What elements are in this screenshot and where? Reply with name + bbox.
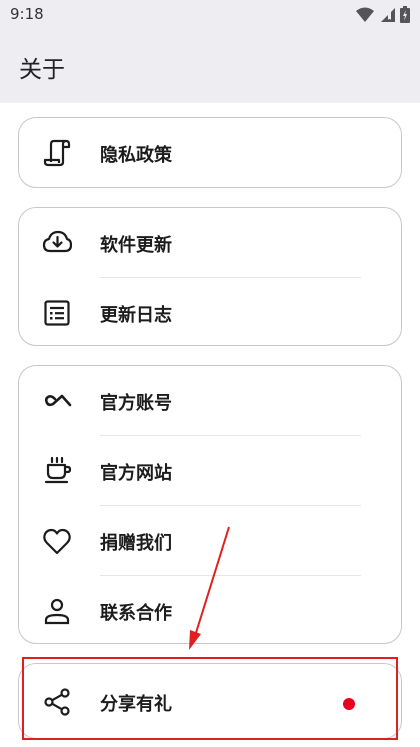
- menu-item-label: 官方网站: [100, 463, 172, 484]
- app-bar: 关于: [0, 30, 420, 103]
- menu-item-privacy-policy[interactable]: 隐私政策: [19, 118, 401, 188]
- wifi-icon: [356, 7, 374, 22]
- person-icon: [42, 596, 72, 626]
- status-bar: 9:18: [0, 0, 420, 30]
- menu-item-label: 更新日志: [100, 305, 172, 326]
- card-updates: 软件更新 更新日志: [18, 207, 402, 346]
- cloud-download-icon: [42, 228, 72, 258]
- menu-item-official-account[interactable]: 官方账号: [19, 366, 401, 436]
- card-privacy: 隐私政策: [18, 117, 402, 188]
- highlight-box: [22, 657, 398, 740]
- menu-item-label: 软件更新: [100, 235, 172, 256]
- infinity-icon: [42, 386, 72, 416]
- menu-item-label: 隐私政策: [100, 145, 172, 166]
- signal-icon: [381, 7, 395, 22]
- menu-item-contact[interactable]: 联系合作: [19, 576, 401, 646]
- heart-icon: [42, 526, 72, 556]
- page-title: 关于: [19, 57, 65, 83]
- card-community: 官方账号 官方网站 捐赠我们 联系合作: [18, 365, 402, 644]
- scroll-icon: [42, 138, 72, 168]
- menu-item-software-update[interactable]: 软件更新: [19, 208, 401, 278]
- menu-item-label: 联系合作: [100, 603, 172, 624]
- menu-item-label: 捐赠我们: [100, 533, 172, 554]
- coffee-icon: [42, 456, 72, 486]
- list-alt-icon: [42, 298, 72, 328]
- menu-item-label: 官方账号: [100, 393, 172, 414]
- menu-item-official-website[interactable]: 官方网站: [19, 436, 401, 506]
- menu-item-changelog[interactable]: 更新日志: [19, 278, 401, 348]
- status-time: 9:18: [10, 5, 44, 23]
- status-icons: [356, 6, 410, 23]
- battery-icon: [400, 6, 410, 23]
- menu-item-donate[interactable]: 捐赠我们: [19, 506, 401, 576]
